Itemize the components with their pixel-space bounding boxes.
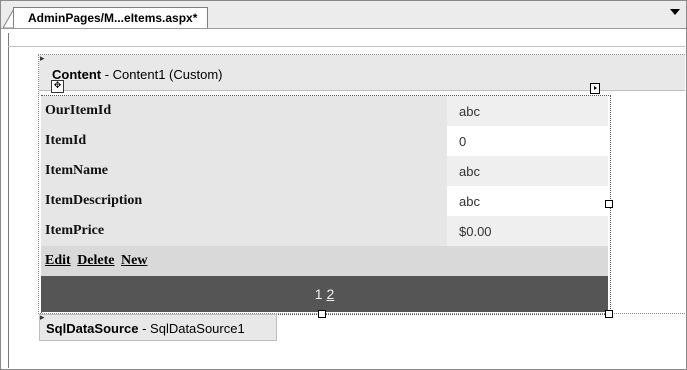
pager-current-page: 1: [314, 286, 323, 302]
field-name: OurItemId: [41, 96, 447, 126]
resize-handle-corner[interactable]: [605, 310, 613, 318]
sqldatasource-name: SqlDataSource: [46, 321, 139, 336]
table-row: ItemDescription abc: [41, 186, 608, 216]
field-name: ItemPrice: [41, 216, 447, 246]
collapse-arrow-icon[interactable]: ▸: [40, 314, 45, 323]
table-row: ItemPrice $0.00: [41, 216, 608, 246]
pager-next-link[interactable]: 2: [326, 286, 334, 302]
table-row: ItemId 0: [41, 126, 608, 156]
content-title: Content - Content1 (Custom): [52, 67, 222, 82]
field-name: ItemDescription: [41, 186, 447, 216]
table-row: OurItemId abc: [41, 96, 608, 126]
field-name: ItemId: [41, 126, 447, 156]
resize-handle-right[interactable]: [605, 200, 613, 208]
document-tab-bar: AdminPages/M...eItems.aspx*: [1, 1, 686, 29]
move-handle-icon[interactable]: ✥: [51, 80, 64, 93]
table-row: ItemName abc: [41, 156, 608, 186]
detailsview-table[interactable]: OurItemId abc ItemId 0 ItemName abc Item…: [41, 96, 608, 246]
resize-handle-bottom[interactable]: [318, 310, 326, 318]
document-tab-label: AdminPages/M...eItems.aspx*: [28, 11, 198, 25]
field-value: abc: [447, 186, 608, 216]
pager-row: 1 2: [41, 276, 608, 312]
new-link[interactable]: New: [121, 253, 147, 268]
content-detail: - Content1 (Custom): [101, 67, 223, 82]
collapse-arrow-icon[interactable]: ▸: [40, 55, 45, 64]
field-value: abc: [447, 156, 608, 186]
content-header[interactable]: Content - Content1 (Custom): [39, 55, 685, 91]
field-value: 0: [447, 126, 608, 156]
ruler-line: [8, 46, 685, 47]
field-value: abc: [447, 96, 608, 126]
edit-link[interactable]: Edit: [45, 253, 71, 268]
command-row: Edit Delete New: [41, 246, 608, 276]
sqldatasource-detail: - SqlDataSource1: [138, 321, 245, 336]
delete-link[interactable]: Delete: [77, 253, 114, 268]
dropdown-arrow-icon[interactable]: [670, 9, 680, 15]
smart-tag-icon[interactable]: [590, 83, 600, 94]
field-value: $0.00: [447, 216, 608, 246]
field-name: ItemName: [41, 156, 447, 186]
sqldatasource-control[interactable]: SqlDataSource - SqlDataSource1: [39, 314, 277, 341]
document-tab[interactable]: AdminPages/M...eItems.aspx*: [13, 7, 209, 28]
